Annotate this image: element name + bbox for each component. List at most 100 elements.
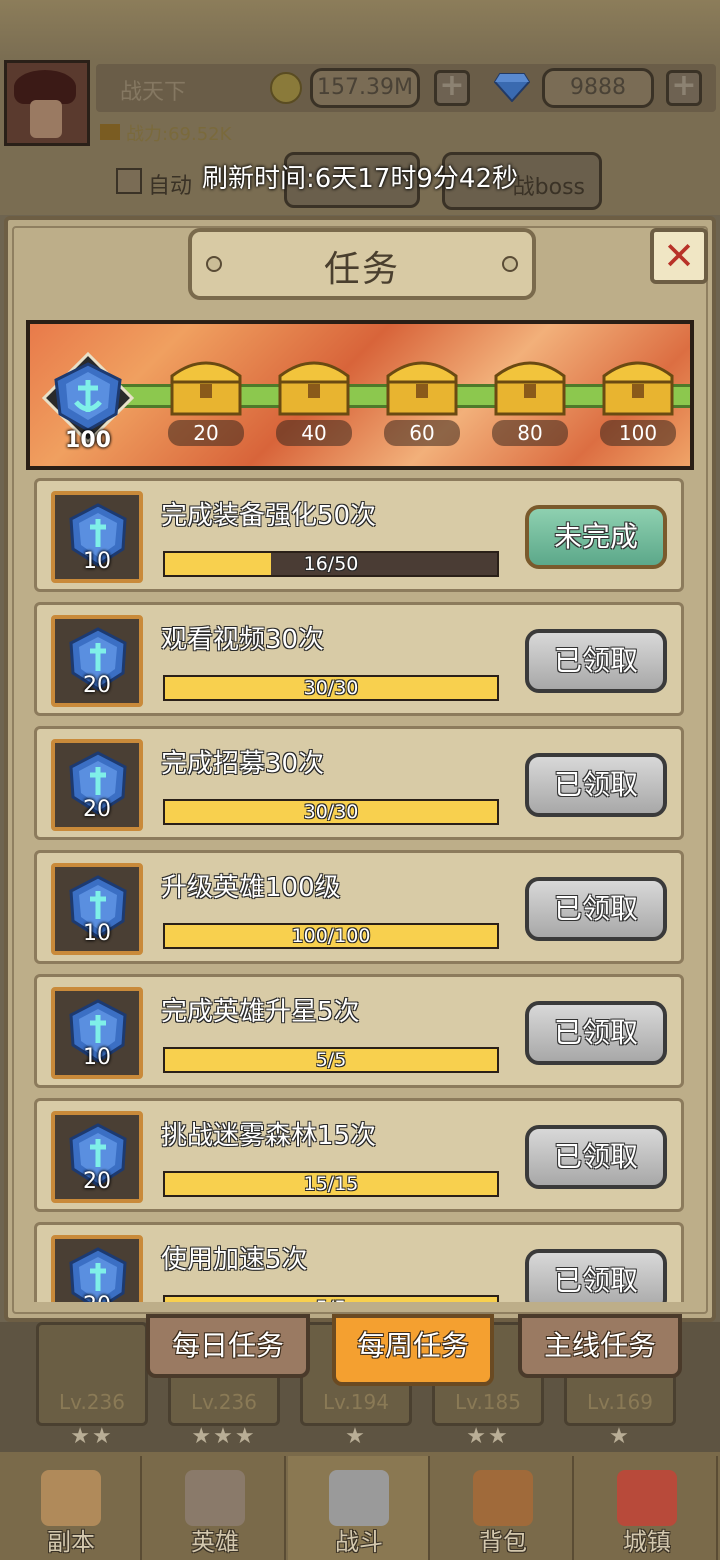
task-row: 20 观看视频30次 30/30 已领取 — [34, 602, 684, 716]
task-row: 20 完成招募30次 30/30 已领取 — [34, 726, 684, 840]
task-progress-bar: 5/5 — [163, 1047, 499, 1073]
chest-milestone-label: 100 — [600, 420, 676, 446]
hero-stars: ★★★ — [191, 1424, 257, 1449]
task-progress-bar: 30/30 — [163, 799, 499, 825]
town-shop-icon — [617, 1470, 677, 1526]
task-title: 完成英雄升星5次 — [161, 997, 360, 1027]
task-claimed-button[interactable]: 已领取 — [525, 753, 667, 817]
chest-milestone-label: 60 — [384, 420, 460, 446]
treasure-chest-icon[interactable] — [598, 350, 678, 418]
gem-count: 9888 — [542, 68, 654, 108]
task-claimed-button[interactable]: 已领取 — [525, 1125, 667, 1189]
nav-item-2[interactable]: 战斗 — [288, 1456, 430, 1560]
task-reward-box: 10 — [51, 987, 143, 1079]
close-button[interactable]: ✕ — [650, 228, 708, 284]
dialog-title: 任务 — [323, 249, 400, 290]
task-progress-text: 30/30 — [303, 677, 359, 699]
task-row: 10 完成装备强化50次 16/50 未完成 — [34, 478, 684, 592]
treasure-chest-icon[interactable] — [166, 350, 246, 418]
task-title: 升级英雄100级 — [161, 873, 341, 903]
hero-stars: ★★ — [466, 1424, 510, 1449]
hero-level: Lv.185 — [455, 1390, 521, 1414]
task-title: 挑战迷雾森林15次 — [161, 1121, 377, 1151]
add-coins-button[interactable]: + — [434, 70, 470, 106]
task-claimed-button[interactable]: 已领取 — [525, 877, 667, 941]
task-row: 20 使用加速5次 5/5 已领取 — [34, 1222, 684, 1302]
task-progress-text: 100/100 — [291, 925, 371, 947]
backpack-icon — [473, 1470, 533, 1526]
nav-item-4[interactable]: 城镇 — [576, 1456, 718, 1560]
task-title: 完成招募30次 — [161, 749, 325, 779]
helmet-icon — [185, 1470, 245, 1526]
task-claimed-button[interactable]: 已领取 — [525, 1249, 667, 1302]
nav-label: 战斗 — [335, 1528, 383, 1556]
nav-item-1[interactable]: 英雄 — [144, 1456, 286, 1560]
task-reward-box: 10 — [51, 491, 143, 583]
task-claimed-button[interactable]: 已领取 — [525, 629, 667, 693]
hero-level: Lv.236 — [191, 1390, 257, 1414]
task-progress-bar: 15/15 — [163, 1171, 499, 1197]
task-reward-box: 10 — [51, 863, 143, 955]
chest-milestone-label: 80 — [492, 420, 568, 446]
task-list[interactable]: 10 完成装备强化50次 16/50 未完成 20 观看视频30次 30/30 已领取 20 完成… — [34, 478, 686, 1302]
nav-label: 副本 — [47, 1528, 95, 1556]
treasure-chest-icon[interactable] — [382, 350, 462, 418]
task-progress-bar: 30/30 — [163, 675, 499, 701]
nav-label: 英雄 — [191, 1528, 239, 1556]
hero-level: Lv.194 — [323, 1390, 389, 1414]
task-claimed-button[interactable]: 已领取 — [525, 1001, 667, 1065]
hero-stars: ★ — [345, 1424, 367, 1449]
task-row: 10 完成英雄升星5次 5/5 已领取 — [34, 974, 684, 1088]
task-points: 20 — [55, 1293, 139, 1302]
top-decor — [0, 0, 720, 60]
nav-item-0[interactable]: 副本 — [0, 1456, 142, 1560]
task-points: 10 — [83, 549, 111, 574]
diamond-icon — [494, 73, 530, 102]
hero-level: Lv.169 — [587, 1390, 653, 1414]
nav-label: 背包 — [479, 1528, 527, 1556]
treasure-chest-icon[interactable] — [490, 350, 570, 418]
nav-item-3[interactable]: 背包 — [432, 1456, 574, 1560]
tab-weekly-tasks[interactable]: 每周任务 — [332, 1314, 494, 1386]
treasure-chest-icon[interactable] — [274, 350, 354, 418]
player-name: 战天下 — [120, 80, 187, 105]
nav-label: 城镇 — [623, 1528, 671, 1556]
hero-stars: ★ — [609, 1424, 631, 1449]
task-points: 20 — [83, 1169, 111, 1194]
task-progress-text: 16/50 — [303, 553, 359, 575]
task-points: 20 — [83, 673, 111, 698]
task-progress-bar: 16/50 — [163, 551, 499, 577]
avatar-hat — [14, 70, 76, 104]
refresh-timer: 刷新时间:6天17时9分42秒 — [201, 164, 518, 194]
chest-milestone-label: 40 — [276, 420, 352, 446]
task-reward-box: 20 — [51, 1111, 143, 1203]
task-points: 20 — [83, 797, 111, 822]
hero-stars: ★★ — [70, 1424, 114, 1449]
combat-power: 战力:69.52K — [126, 124, 232, 145]
task-row: 10 升级英雄100级 100/100 已领取 — [34, 850, 684, 964]
chest-milestone-label: 20 — [168, 420, 244, 446]
task-title: 观看视频30次 — [161, 625, 325, 655]
task-progress-text: 30/30 — [303, 801, 359, 823]
map-scroll-icon — [41, 1470, 101, 1526]
task-progress-bar: 100/100 — [163, 923, 499, 949]
task-reward-box: 20 — [51, 615, 143, 707]
power-icon — [100, 124, 120, 140]
task-progress-text: 5/5 — [315, 1049, 347, 1071]
weekly-points-value: 100 — [65, 428, 111, 453]
gold-coin-icon — [270, 72, 302, 104]
coin-count: 157.39M — [310, 68, 420, 108]
hero-level: Lv.236 — [59, 1390, 125, 1414]
task-title: 使用加速5次 — [161, 1245, 308, 1275]
add-gems-button[interactable]: + — [666, 70, 702, 106]
avatar-face — [30, 100, 62, 138]
task-reward-box: 20 — [51, 1235, 143, 1302]
tab-daily-tasks[interactable]: 每日任务 — [146, 1314, 310, 1378]
task-incomplete-button[interactable]: 未完成 — [525, 505, 667, 569]
crossed-swords-icon — [329, 1470, 389, 1526]
task-title: 完成装备强化50次 — [161, 501, 377, 531]
task-reward-box: 20 — [51, 739, 143, 831]
task-progress-text: 5/5 — [165, 1297, 497, 1302]
tab-main-tasks[interactable]: 主线任务 — [518, 1314, 682, 1378]
task-progress-text: 15/15 — [303, 1173, 359, 1195]
